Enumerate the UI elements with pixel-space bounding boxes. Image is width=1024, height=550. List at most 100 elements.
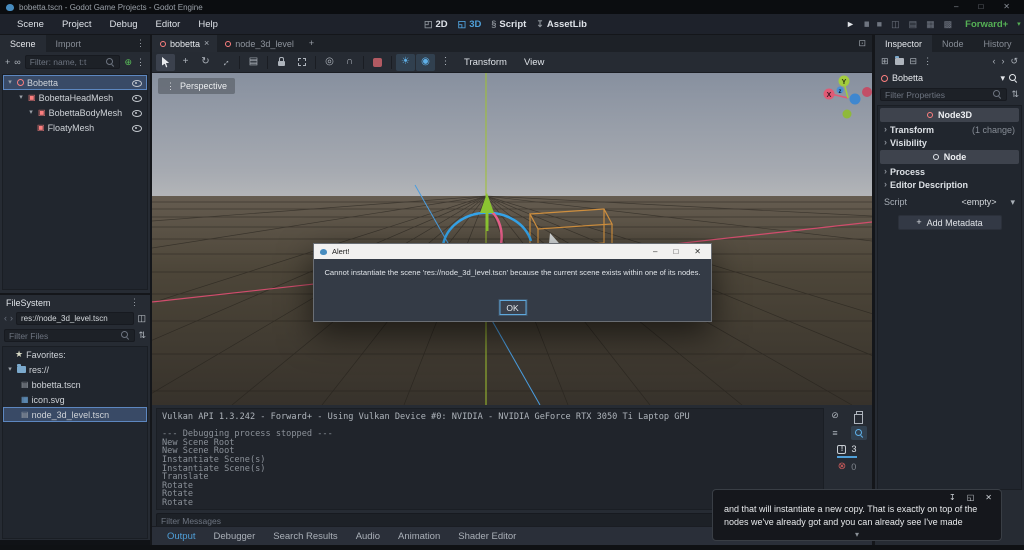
local-space-button[interactable]: ◎ — [320, 54, 339, 71]
right-dock-splitter[interactable] — [872, 35, 875, 550]
scene-tab-bobetta[interactable]: bobetta × — [152, 35, 218, 52]
edited-object-row[interactable]: Bobetta ▾ — [875, 70, 1024, 86]
tab-node[interactable]: Node — [932, 35, 974, 52]
scale-tool-button[interactable]: ↔ — [213, 49, 238, 74]
menu-scene[interactable]: Scene — [8, 16, 53, 33]
tab-search-results[interactable]: Search Results — [264, 531, 346, 542]
snap-toggle-button[interactable]: ∩ — [340, 54, 359, 71]
visibility-eye-icon[interactable] — [132, 108, 142, 117]
sort-icon[interactable]: ⇅ — [138, 331, 146, 340]
tab-debugger[interactable]: Debugger — [205, 531, 265, 542]
left-dock-splitter[interactable] — [150, 35, 152, 550]
play-button[interactable]: ► — [846, 19, 855, 29]
tab-inspector[interactable]: Inspector — [875, 35, 933, 52]
section-node[interactable]: Node — [880, 150, 1019, 164]
menu-editor[interactable]: Editor — [147, 16, 190, 33]
workspace-2d[interactable]: ◰ 2D — [424, 19, 448, 30]
object-history-icon[interactable]: ↺ — [1010, 56, 1018, 66]
script-value[interactable]: <empty> — [961, 197, 996, 207]
chevron-down-icon[interactable]: ▾ — [855, 531, 859, 539]
new-resource-button[interactable]: ⊞ — [881, 56, 889, 66]
file-node-3d-level-tscn[interactable]: ▤ node_3d_level.tscn — [3, 407, 147, 422]
menu-project[interactable]: Project — [53, 16, 101, 33]
script-property-row[interactable]: Script <empty> ▾ — [878, 194, 1021, 210]
scene-tree-menu-icon[interactable]: ⋮ — [136, 57, 145, 67]
open-docs-icon[interactable] — [1009, 73, 1018, 83]
camera-preview-button[interactable] — [368, 54, 387, 71]
tab-import[interactable]: Import — [46, 35, 92, 52]
group-transform[interactable]: › Transform (1 change) — [878, 123, 1021, 136]
collapse-icon[interactable]: ▾ — [17, 94, 25, 101]
ok-button[interactable]: OK — [499, 300, 526, 315]
preview-environment-button[interactable]: ◉ — [416, 53, 435, 71]
visibility-eye-icon[interactable] — [132, 78, 142, 87]
filesystem-menu-icon[interactable]: ⋮ — [125, 298, 144, 307]
workspace-3d[interactable]: ◱ 3D — [458, 19, 482, 30]
dialog-minimize-button[interactable]: – — [653, 247, 657, 256]
scene-node-bobetta[interactable]: ▾ Bobetta — [3, 75, 147, 90]
remote-debug-icon[interactable]: ◫ — [891, 19, 900, 29]
rotate-tool-button[interactable]: ↻ — [196, 54, 215, 71]
preview-sunlight-button[interactable]: ☀ — [396, 53, 415, 71]
window-close-button[interactable]: ✕ — [1003, 3, 1010, 11]
visibility-eye-icon[interactable] — [132, 123, 142, 132]
dialog-close-button[interactable]: ✕ — [694, 247, 701, 256]
section-node3d[interactable]: Node3D — [880, 108, 1019, 122]
history-forward-icon[interactable]: › — [1001, 56, 1004, 66]
menu-help[interactable]: Help — [189, 16, 227, 33]
movie-maker-button[interactable]: ▩ — [944, 19, 953, 29]
axis-ball-x-neg[interactable] — [862, 87, 872, 97]
save-resource-button[interactable]: ⊟ — [910, 56, 918, 66]
add-node-button[interactable]: + — [5, 57, 10, 67]
attach-script-icon[interactable]: ⊕ — [124, 57, 132, 67]
collapse-icon[interactable]: ▾ — [6, 79, 14, 86]
scene-node-head-mesh[interactable]: ▾ ▣ BobettaHeadMesh — [3, 90, 147, 105]
instantiate-scene-icon[interactable]: ∞ — [14, 57, 20, 67]
error-filter-toggle[interactable]: ⊗ 0 — [838, 462, 856, 473]
workspace-assetlib[interactable]: ↧ AssetLib — [536, 19, 587, 30]
viewport-3d[interactable]: Y X z ⋮ Perspective — [152, 73, 872, 405]
pause-button[interactable]: ▮▮ — [864, 21, 870, 28]
tab-audio[interactable]: Audio — [347, 531, 389, 542]
new-scene-tab-button[interactable]: + — [302, 35, 321, 52]
scene-tab-node-3d-level[interactable]: node_3d_level — [217, 35, 302, 52]
file-bobetta-tscn[interactable]: ▤ bobetta.tscn — [3, 377, 147, 392]
filter-properties-input[interactable]: Filter Properties — [880, 88, 1008, 101]
close-icon[interactable]: ✕ — [985, 494, 992, 502]
select-tool-button[interactable] — [156, 53, 175, 71]
perspective-dropdown[interactable]: ⋮ Perspective — [158, 78, 236, 94]
filter-files-input[interactable]: Filter Files — [4, 329, 136, 342]
tab-history[interactable]: History — [974, 35, 1022, 52]
collapse-duplicates-button[interactable]: ≡ — [827, 426, 843, 440]
dialog-maximize-button[interactable]: □ — [673, 247, 678, 256]
view-menu[interactable]: View — [516, 57, 552, 68]
close-icon[interactable]: × — [204, 39, 209, 48]
group-visibility[interactable]: › Visibility — [878, 136, 1021, 149]
group-process[interactable]: › Process — [878, 165, 1021, 178]
play-custom-scene-button[interactable]: ▦ — [926, 19, 935, 29]
collapse-icon[interactable]: ▾ — [6, 366, 14, 373]
collapse-icon[interactable]: ▾ — [27, 109, 35, 116]
copy-log-button[interactable] — [851, 408, 867, 424]
split-mode-icon[interactable]: ◫ — [137, 314, 146, 323]
window-maximize-button[interactable]: □ — [978, 3, 983, 11]
show-search-button[interactable] — [851, 426, 867, 440]
workspace-script[interactable]: § Script — [491, 19, 526, 30]
move-tool-button[interactable]: + — [176, 54, 195, 71]
dock-menu-icon[interactable]: ⋮ — [131, 35, 150, 52]
menu-debug[interactable]: Debug — [101, 16, 147, 33]
stop-button[interactable]: ■ — [877, 19, 882, 29]
clear-log-button[interactable]: ⊘ — [827, 408, 843, 422]
scene-node-body-mesh[interactable]: ▾ ▣ BobettaBodyMesh — [3, 105, 147, 120]
chevron-down-icon[interactable]: ▾ — [1000, 73, 1005, 83]
resource-options-icon[interactable]: ⋮ — [923, 56, 932, 66]
file-icon-svg[interactable]: ▦ icon.svg — [3, 392, 147, 407]
current-path[interactable]: res://node_3d_level.tscn — [16, 312, 135, 325]
alert-titlebar[interactable]: Alert! – □ ✕ — [314, 244, 711, 259]
group-node-button[interactable] — [292, 54, 311, 71]
axis-ball-z-neg[interactable] — [849, 93, 861, 105]
pin-icon[interactable]: ↧ — [949, 494, 956, 502]
lock-node-button[interactable] — [272, 54, 291, 71]
property-options-icon[interactable]: ⇅ — [1011, 90, 1019, 99]
expand-viewport-icon[interactable]: ⊡ — [852, 35, 872, 52]
